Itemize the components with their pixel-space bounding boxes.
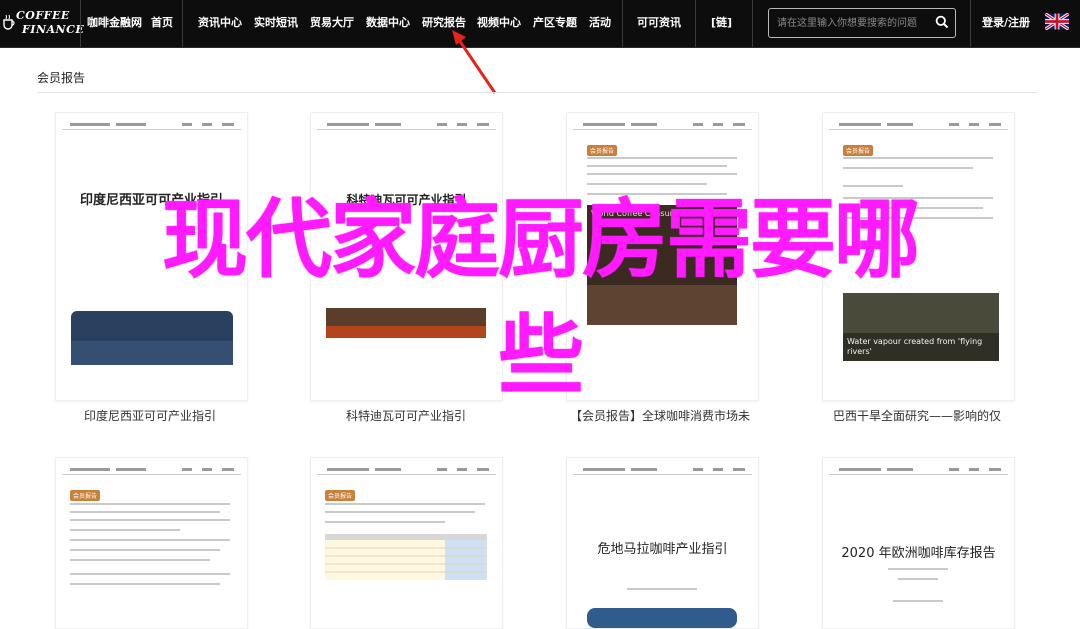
data-table-image xyxy=(325,534,487,580)
nav-item-trade-hall[interactable]: 贸易大厅 xyxy=(310,0,354,47)
doc-header xyxy=(317,123,496,130)
text-line xyxy=(325,511,475,513)
text-line xyxy=(70,583,220,585)
nav-item-cocoa-news[interactable]: 可可资讯 xyxy=(637,0,681,47)
text-line xyxy=(898,578,938,580)
report-card-europe-inventory[interactable]: 2020 年欧洲咖啡库存报告 xyxy=(822,457,1015,629)
text-line xyxy=(70,559,210,561)
text-line xyxy=(70,573,230,575)
search-icon[interactable] xyxy=(935,15,949,29)
text-line xyxy=(70,503,230,505)
nav-item-coffee-finance[interactable]: 咖啡金融网 xyxy=(87,0,142,47)
report-card[interactable]: 会员报告 xyxy=(55,457,248,629)
section-title: 会员报告 xyxy=(37,71,86,85)
nav-divider xyxy=(80,0,81,47)
search-box xyxy=(768,8,956,38)
coffee-cup-icon xyxy=(3,14,15,30)
english-language-flag-icon[interactable] xyxy=(1045,13,1069,30)
report-card[interactable]: 会员报告 xyxy=(310,457,503,629)
doc-title: 2020 年欧洲咖啡库存报告 xyxy=(841,546,996,561)
text-line xyxy=(888,568,948,570)
nav-item-flash-news[interactable]: 实时短讯 xyxy=(254,0,298,47)
overlay-headline-line-2: 些 xyxy=(498,306,584,406)
text-line xyxy=(70,511,220,513)
text-line xyxy=(843,167,973,169)
nav-item-events[interactable]: 活动 xyxy=(589,0,611,47)
nav-item-origin-topics[interactable]: 产区专题 xyxy=(533,0,577,47)
nav-divider xyxy=(970,0,971,47)
cover-photo-image xyxy=(587,608,737,628)
section-divider xyxy=(37,92,1037,93)
doc-header xyxy=(829,468,1008,475)
logo-line-2: FINANCE xyxy=(22,23,85,36)
nav-item-data-center[interactable]: 数据中心 xyxy=(366,0,410,47)
report-card-guatemala[interactable]: 危地马拉咖啡产业指引 xyxy=(566,457,759,629)
doc-header xyxy=(62,123,241,130)
doc-header xyxy=(829,123,1008,130)
text-line xyxy=(893,600,943,602)
nav-item-news-center[interactable]: 资讯中心 xyxy=(198,0,242,47)
text-line xyxy=(627,588,697,590)
text-line xyxy=(587,173,737,175)
text-line xyxy=(587,157,737,159)
nav-divider xyxy=(622,0,623,47)
red-pointer-arrow-icon xyxy=(452,30,497,94)
login-register-link[interactable]: 登录/注册 xyxy=(982,0,1030,47)
doc-tag: 会员报告 xyxy=(325,485,356,504)
text-line xyxy=(70,539,230,541)
nav-item-chain[interactable]: [链] xyxy=(711,0,732,47)
doc-header xyxy=(62,468,241,475)
text-line xyxy=(70,519,230,521)
site-logo[interactable]: COFFEE FINANCE xyxy=(0,6,84,40)
doc-tag: 会员报告 xyxy=(70,485,101,504)
doc-title: 危地马拉咖啡产业指引 xyxy=(597,542,728,557)
overlay-headline-line-1: 现代家庭厨房需要哪 xyxy=(162,190,920,290)
doc-header xyxy=(573,123,752,130)
nav-divider xyxy=(752,0,753,47)
text-line xyxy=(843,157,993,159)
doc-header xyxy=(317,468,496,475)
overlay-headline: 现代家庭厨房需要哪 些 xyxy=(0,182,1080,414)
doc-header xyxy=(573,468,752,475)
nav-item-home[interactable]: 首页 xyxy=(151,0,173,47)
nav-divider xyxy=(695,0,696,47)
text-line xyxy=(325,521,445,523)
text-line xyxy=(70,529,180,531)
text-line xyxy=(70,549,220,551)
text-line xyxy=(587,165,727,167)
top-navigation-bar: COFFEE FINANCE 咖啡金融网 首页 资讯中心 实时短讯 贸易大厅 数… xyxy=(0,0,1080,48)
logo-line-1: COFFEE xyxy=(16,9,70,22)
text-line xyxy=(325,503,485,505)
search-input[interactable] xyxy=(777,15,927,31)
nav-divider xyxy=(182,0,183,47)
